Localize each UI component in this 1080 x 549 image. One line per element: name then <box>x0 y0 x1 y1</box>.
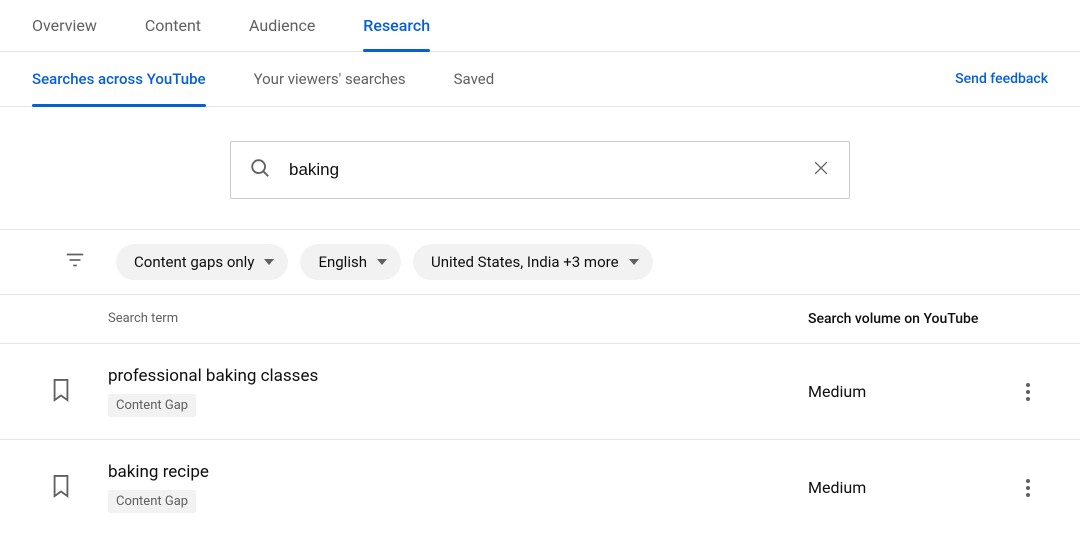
bookmark-icon[interactable] <box>50 473 108 503</box>
column-header-search-term[interactable]: Search term <box>108 311 808 327</box>
chip-region[interactable]: United States, India +3 more <box>413 244 653 280</box>
bookmark-icon[interactable] <box>50 377 108 407</box>
volume-cell: Medium <box>808 478 1008 497</box>
result-row: professional baking classes Content Gap … <box>0 344 1080 440</box>
chevron-down-icon <box>264 259 274 265</box>
send-feedback-link[interactable]: Send feedback <box>955 71 1048 87</box>
row-menu-button[interactable] <box>1008 383 1048 401</box>
tab-audience[interactable]: Audience <box>249 0 315 51</box>
results-header: Search term Search volume on YouTube <box>0 295 1080 344</box>
sub-nav: Searches across YouTube Your viewers' se… <box>32 52 542 106</box>
chip-label: United States, India +3 more <box>431 253 619 271</box>
chip-language[interactable]: English <box>300 244 401 280</box>
chevron-down-icon <box>377 259 387 265</box>
search-box[interactable] <box>230 141 850 199</box>
more-icon <box>1026 479 1030 497</box>
term-column: baking recipe Content Gap <box>108 462 808 513</box>
search-icon <box>249 157 271 183</box>
clear-icon[interactable] <box>811 158 831 182</box>
search-input[interactable] <box>289 160 811 180</box>
content-gap-badge: Content Gap <box>108 490 196 513</box>
result-row: baking recipe Content Gap Medium <box>0 440 1080 535</box>
column-header-search-volume[interactable]: Search volume on YouTube <box>808 311 1008 327</box>
chevron-down-icon <box>629 259 639 265</box>
chip-label: Content gaps only <box>134 253 254 271</box>
chip-content-gaps[interactable]: Content gaps only <box>116 244 288 280</box>
tab-overview[interactable]: Overview <box>32 0 97 51</box>
volume-cell: Medium <box>808 382 1008 401</box>
search-term[interactable]: professional baking classes <box>108 366 808 386</box>
content-gap-badge: Content Gap <box>108 394 196 417</box>
more-icon <box>1026 383 1030 401</box>
row-menu-button[interactable] <box>1008 479 1048 497</box>
tab-content[interactable]: Content <box>145 0 201 51</box>
tab-searches-across-youtube[interactable]: Searches across YouTube <box>32 52 206 106</box>
tab-your-viewers-searches[interactable]: Your viewers' searches <box>254 52 406 106</box>
search-term[interactable]: baking recipe <box>108 462 808 482</box>
search-container <box>0 107 1080 229</box>
top-nav: Overview Content Audience Research <box>0 0 1080 52</box>
filter-icon[interactable] <box>64 249 86 275</box>
chip-label: English <box>318 253 367 271</box>
term-column: professional baking classes Content Gap <box>108 366 808 417</box>
sub-nav-row: Searches across YouTube Your viewers' se… <box>0 52 1080 107</box>
tab-saved[interactable]: Saved <box>454 52 495 106</box>
tab-research[interactable]: Research <box>363 0 430 51</box>
filters-bar: Content gaps only English United States,… <box>0 229 1080 295</box>
